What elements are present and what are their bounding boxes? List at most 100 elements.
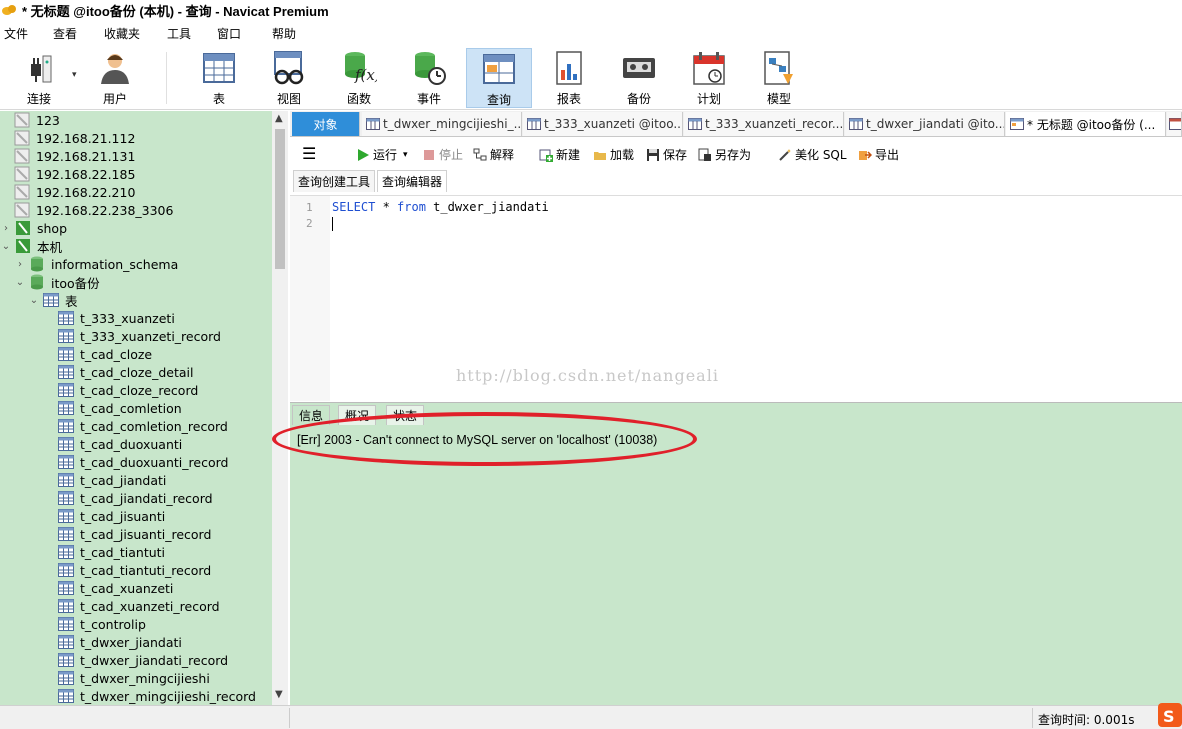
tree-item-label: t_dwxer_mingcijieshi: [80, 670, 210, 686]
report-button[interactable]: 报表: [536, 48, 602, 108]
menu-help[interactable]: 帮助: [272, 25, 296, 42]
schedule-button[interactable]: 计划: [676, 48, 742, 108]
tab-profile[interactable]: 概况: [338, 405, 377, 425]
scrollbar-thumb[interactable]: [275, 129, 285, 269]
tab-333-xuanzeti[interactable]: t_333_xuanzeti @itoo...: [523, 112, 683, 136]
save-button[interactable]: 保存: [646, 146, 687, 163]
model-button[interactable]: 模型: [746, 48, 812, 108]
tree-table-item[interactable]: t_333_xuanzeti: [58, 309, 175, 327]
chevron-right-icon[interactable]: ›: [14, 259, 26, 270]
run-button[interactable]: 运行 ▾: [356, 146, 408, 163]
tab-info[interactable]: 信息: [292, 405, 331, 425]
connection-icon: [14, 148, 30, 164]
connect-dropdown-icon[interactable]: ▾: [72, 70, 77, 80]
tab-dwxer-jiandati[interactable]: t_dwxer_jiandati @ito...: [845, 112, 1005, 136]
magic-wand-icon: [779, 148, 791, 161]
tab-query-builder[interactable]: 查询创建工具: [293, 170, 376, 192]
tab-query-editor[interactable]: 查询编辑器: [377, 170, 448, 192]
schedule-label: 计划: [696, 92, 721, 106]
tree-table-item[interactable]: t_cad_comletion: [58, 399, 182, 417]
tree-table-item[interactable]: t_cad_cloze_record: [58, 381, 198, 399]
sql-editor[interactable]: 1 2 SELECT * from t_dwxer_jiandati: [290, 195, 1182, 401]
save-as-button[interactable]: 另存为: [698, 146, 751, 163]
tree-connection[interactable]: 192.168.21.112: [14, 129, 135, 147]
chevron-down-icon[interactable]: ⌄: [28, 295, 40, 306]
tab-333-xuanzeti-record[interactable]: t_333_xuanzeti_recor...: [684, 112, 844, 136]
scroll-down-icon[interactable]: ▼: [275, 689, 283, 700]
tree-table-item[interactable]: t_cad_cloze: [58, 345, 152, 363]
tree-tables-group[interactable]: ⌄ 表: [28, 291, 78, 309]
tree-connection[interactable]: ⌄ 本机: [0, 237, 62, 255]
tree-table-item[interactable]: t_cad_xuanzeti_record: [58, 597, 220, 615]
new-button[interactable]: 新建: [539, 146, 580, 163]
tree-table-item[interactable]: t_cad_jiandati_record: [58, 489, 213, 507]
tree-table-item[interactable]: t_cad_jisuanti: [58, 507, 165, 525]
table-icon: [58, 635, 74, 649]
table-button[interactable]: 表: [186, 48, 252, 108]
tree-table-item[interactable]: t_cad_tiantuti_record: [58, 561, 211, 579]
stop-button[interactable]: 停止: [422, 146, 463, 163]
table-icon: [58, 365, 74, 379]
load-button[interactable]: 加载: [593, 146, 634, 163]
tree-connection[interactable]: › shop: [0, 219, 67, 237]
tree-table-item[interactable]: t_cad_duoxuanti: [58, 435, 182, 453]
new-query-icon: [539, 149, 553, 162]
event-button[interactable]: 事件: [396, 48, 462, 108]
tree-connection[interactable]: 192.168.22.185: [14, 165, 135, 183]
tree-table-item[interactable]: t_dwxer_mingcijieshi_record: [58, 687, 256, 705]
tree-connection[interactable]: 192.168.21.131: [14, 147, 135, 165]
tree-table-item[interactable]: t_cad_comletion_record: [58, 417, 228, 435]
database-icon: [31, 256, 43, 272]
tab-mingcijieshi[interactable]: t_dwxer_mingcijieshi_...: [362, 112, 522, 136]
tree-table-item[interactable]: t_controlip: [58, 615, 146, 633]
tree-database[interactable]: › information_schema: [14, 255, 178, 273]
line-number-gutter: 1 2: [290, 196, 330, 401]
menu-file[interactable]: 文件: [4, 25, 28, 42]
tree-connection[interactable]: 192.168.22.210: [14, 183, 135, 201]
tab-objects[interactable]: 对象: [292, 112, 360, 136]
export-button[interactable]: 导出: [858, 146, 899, 163]
tree-item-label: t_cad_xuanzeti: [80, 580, 174, 596]
function-button[interactable]: f(x) 函数: [326, 48, 392, 108]
menu-tools[interactable]: 工具: [167, 25, 191, 42]
tab-untitled-query[interactable]: * 无标题 @itoo备份 (...: [1006, 112, 1166, 136]
tree-table-item[interactable]: t_cad_duoxuanti_record: [58, 453, 228, 471]
tree-connection[interactable]: 192.168.22.238_3306: [14, 201, 173, 219]
tab-overflow[interactable]: [1167, 112, 1182, 136]
tree-scrollbar[interactable]: ▲ ▼: [272, 111, 288, 705]
input-method-icon[interactable]: S: [1158, 701, 1182, 729]
chevron-right-icon[interactable]: ›: [0, 223, 12, 234]
menu-window[interactable]: 窗口: [217, 25, 241, 42]
tree-connection[interactable]: 123: [14, 111, 60, 129]
tree-table-item[interactable]: t_cad_tiantuti: [58, 543, 165, 561]
scroll-up-icon[interactable]: ▲: [275, 113, 283, 124]
run-dropdown-icon[interactable]: ▾: [403, 150, 408, 160]
chevron-down-icon[interactable]: ⌄: [14, 277, 26, 288]
hamburger-menu-icon[interactable]: ☰: [302, 144, 316, 163]
view-button[interactable]: 视图: [256, 48, 322, 108]
tree-table-item[interactable]: t_dwxer_jiandati_record: [58, 651, 228, 669]
tab-status[interactable]: 状态: [386, 405, 425, 425]
sql-star: *: [375, 200, 398, 214]
tree-table-item[interactable]: t_cad_jisuanti_record: [58, 525, 211, 543]
backup-button[interactable]: 备份: [606, 48, 672, 108]
table-icon: [58, 473, 74, 487]
tree-table-item[interactable]: t_dwxer_mingcijieshi: [58, 669, 210, 687]
tree-database[interactable]: ⌄ itoo备份: [14, 273, 100, 291]
explain-button[interactable]: 解释: [473, 146, 514, 163]
tree-table-item[interactable]: t_333_xuanzeti_record: [58, 327, 221, 345]
tab-label: 概况: [345, 409, 370, 423]
beautify-sql-button[interactable]: 美化 SQL: [778, 146, 847, 163]
query-button[interactable]: 查询: [466, 48, 532, 108]
tree-table-item[interactable]: t_dwxer_jiandati: [58, 633, 182, 651]
user-button[interactable]: 用户: [82, 48, 148, 108]
document-tabs: 对象 t_dwxer_mingcijieshi_... t_333_xuanze…: [290, 111, 1182, 137]
menu-favorites[interactable]: 收藏夹: [104, 25, 140, 42]
tree-table-item[interactable]: t_cad_xuanzeti: [58, 579, 173, 597]
menu-view[interactable]: 查看: [53, 25, 77, 42]
tree-table-item[interactable]: t_cad_jiandati: [58, 471, 166, 489]
chevron-down-icon[interactable]: ⌄: [0, 241, 12, 252]
tree-table-item[interactable]: t_cad_cloze_detail: [58, 363, 194, 381]
tree-item-label: t_dwxer_jiandati_record: [80, 652, 229, 668]
connect-button[interactable]: 连接: [6, 48, 72, 108]
